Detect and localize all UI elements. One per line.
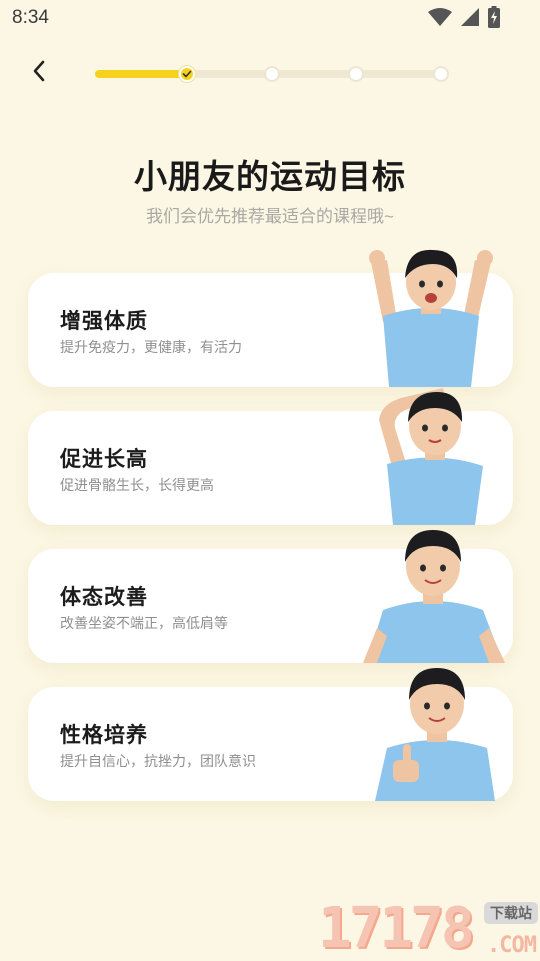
status-bar: 8:34 xyxy=(0,0,540,36)
goal-card-fitness[interactable]: 增强体质 提升免疫力，更健康，有活力 xyxy=(28,249,513,387)
chevron-left-icon xyxy=(32,60,46,87)
watermark-digits: 17178 xyxy=(318,896,475,961)
progress-step-4 xyxy=(433,66,449,82)
goal-card-character[interactable]: 性格培养 提升自信心，抗挫力，团队意识 xyxy=(28,668,513,801)
watermark-domain: .COM xyxy=(487,933,537,958)
kid-thumbs-up-image xyxy=(375,668,495,801)
progress-step-3 xyxy=(348,66,365,82)
status-time: 8:34 xyxy=(12,7,49,28)
goal-card-title: 促进长高 xyxy=(60,448,148,471)
battery-charging-icon xyxy=(488,6,500,33)
kid-cheering-image xyxy=(369,249,493,387)
kid-hands-on-hips-image xyxy=(363,530,505,663)
page-title: 小朋友的运动目标 xyxy=(134,158,406,195)
goal-card-title: 体态改善 xyxy=(60,586,148,609)
watermark-logo: 17178 下载站 .COM xyxy=(316,898,540,960)
watermark-tag: 下载站 xyxy=(484,902,538,924)
step-progress xyxy=(95,63,449,85)
page-subtitle: 我们会优先推荐最适合的课程哦~ xyxy=(146,207,394,226)
progress-step-2 xyxy=(263,66,280,82)
goal-card-title: 增强体质 xyxy=(60,310,148,333)
goal-card-description: 改善坐姿不端正，高低肩等 xyxy=(60,615,228,631)
signal-icon xyxy=(460,7,480,32)
goal-card-description: 促进骨骼生长，长得更高 xyxy=(60,477,214,493)
wifi-icon xyxy=(428,7,452,32)
goal-card-title: 性格培养 xyxy=(60,724,148,747)
check-icon xyxy=(182,70,192,78)
goal-card-height[interactable]: 促进长高 促进骨骼生长，长得更高 xyxy=(28,388,513,525)
kid-measuring-height-image xyxy=(379,388,483,525)
progress-step-1 xyxy=(179,66,195,82)
goal-card-posture[interactable]: 体态改善 改善坐姿不端正，高低肩等 xyxy=(28,530,513,663)
goal-card-description: 提升免疫力，更健康，有活力 xyxy=(60,339,242,355)
progress-fill xyxy=(95,70,187,78)
back-button[interactable] xyxy=(26,58,52,88)
status-icons xyxy=(428,6,500,33)
goal-card-description: 提升自信心，抗挫力，团队意识 xyxy=(60,753,256,769)
